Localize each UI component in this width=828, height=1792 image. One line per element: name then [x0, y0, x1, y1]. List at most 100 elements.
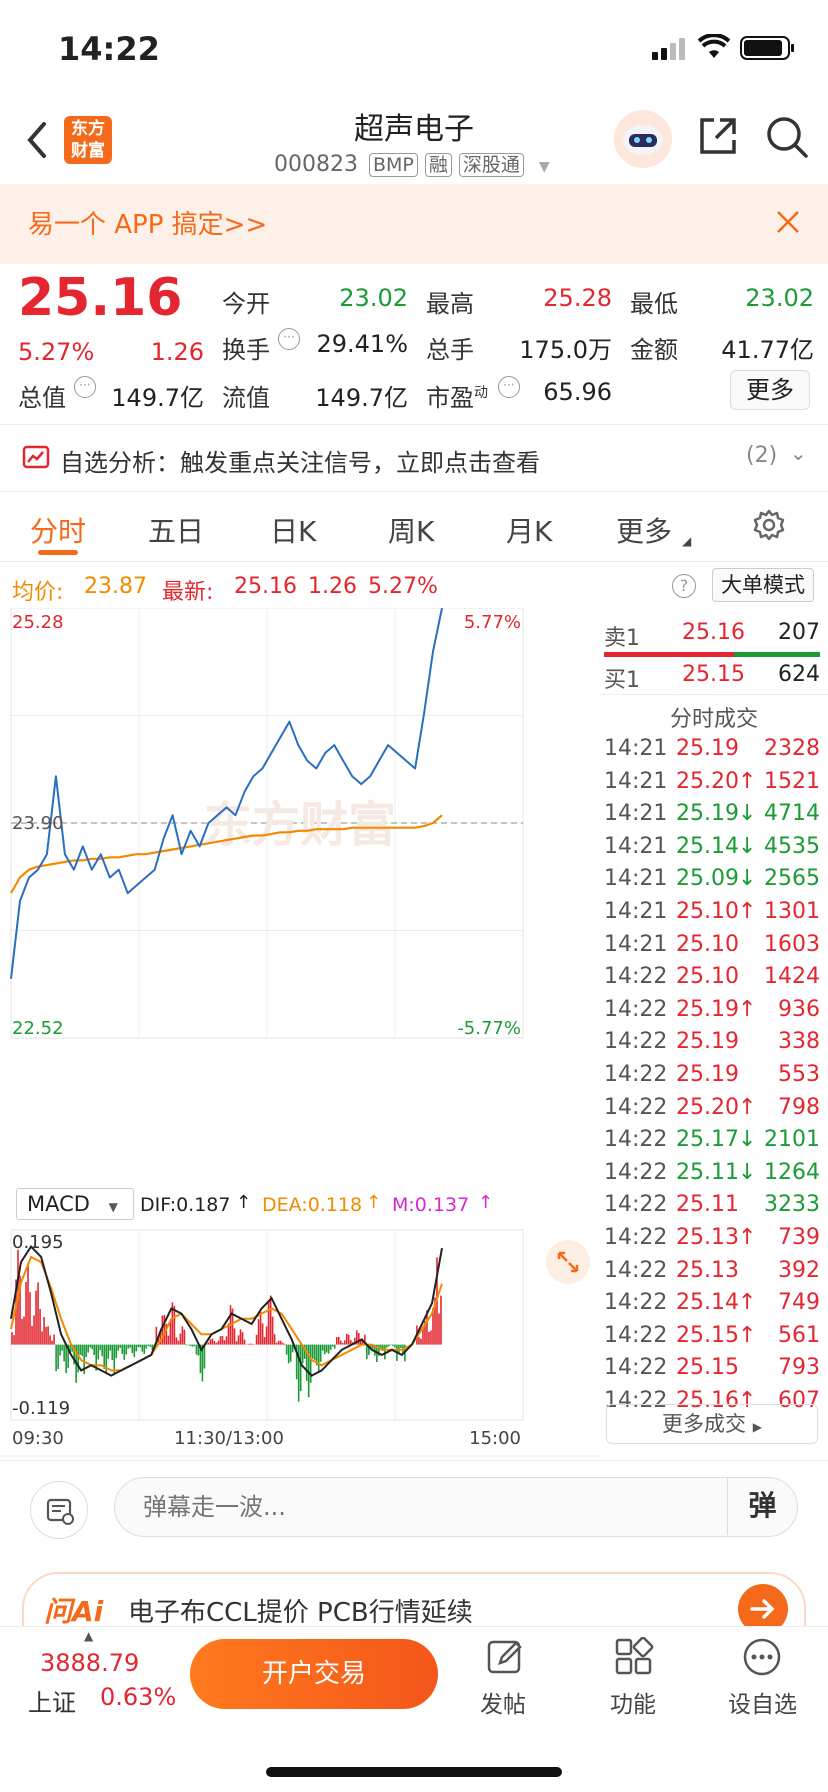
ask-label: 卖1: [604, 626, 640, 651]
change-pct: 5.27%: [18, 338, 95, 366]
pe-label-text: 市盈: [426, 384, 474, 412]
chevron-down-icon: ▼: [538, 159, 550, 175]
ai-news-text: 电子布CCL提价 PCB行情延续: [128, 1598, 473, 1628]
trade-price: 25.10: [676, 964, 739, 990]
low-label: 最低: [630, 290, 678, 318]
danmu-send-button[interactable]: 弹: [727, 1478, 797, 1535]
trade-price: 25.19: [676, 1062, 739, 1087]
watch-label[interactable]: 设自选: [728, 1685, 797, 1719]
trade-time: 14:22: [604, 1192, 668, 1218]
latest-value: 25.16: [234, 574, 297, 599]
x-label-mid: 11:30/13:00: [174, 1428, 284, 1449]
pe-sup: 动: [474, 385, 488, 401]
trade-direction-icon: ↑: [738, 996, 757, 1022]
back-icon[interactable]: [24, 120, 50, 164]
tab-active-indicator: [38, 550, 78, 555]
index-value[interactable]: 3888.79: [40, 1649, 139, 1677]
intraday-chart-svg[interactable]: 东方财富 25.28 23.90 22.52 5.77% -5.77% 0.195 -0.11…: [0, 608, 600, 1458]
status-time: 14:22: [58, 30, 160, 68]
turnover-value: 29.41%: [316, 330, 408, 358]
caret-up-icon: ▲: [84, 1629, 94, 1643]
grid-icon[interactable]: [614, 1636, 654, 1681]
robot-avatar-icon[interactable]: [614, 110, 672, 168]
chevron-down-icon: ▼: [108, 1200, 118, 1214]
trade-volume: 798: [778, 1094, 820, 1120]
trade-volume: 1424: [764, 964, 820, 990]
float-value: 149.7亿: [315, 384, 408, 412]
tab-five-day[interactable]: 五日: [148, 510, 204, 550]
turnover-label: 换手: [222, 336, 270, 364]
stock-code-row[interactable]: 000823 BMP 融 深股通 ▼: [274, 150, 550, 177]
trade-volume: 739: [778, 1225, 820, 1250]
ask-row: 卖1 25.16 207: [604, 618, 824, 651]
index-pct: 0.63%: [100, 1683, 177, 1711]
trade-row: 14:21 25.10 ↑ 1301: [604, 897, 824, 929]
trade-time: 14:21: [604, 801, 668, 827]
gear-icon[interactable]: [752, 508, 786, 546]
signal-row[interactable]: 自选分析：触发重点关注信号，立即点击查看 (2) ⌄: [0, 424, 828, 492]
trade-volume: 553: [778, 1062, 820, 1087]
tab-month-k[interactable]: 月K: [506, 510, 552, 550]
trade-volume: 2565: [764, 866, 820, 892]
trade-row: 14:22 25.19 338: [604, 1027, 824, 1059]
trade-time: 14:21: [604, 833, 668, 859]
open-trade-button[interactable]: 开户交易: [190, 1639, 438, 1709]
info-icon[interactable]: ···: [74, 376, 96, 398]
tag-bmp: BMP: [368, 153, 418, 177]
tab-day-k[interactable]: 日K: [270, 510, 316, 550]
trade-volume: 749: [778, 1290, 820, 1316]
latest-label: 最新:: [162, 580, 214, 605]
search-icon[interactable]: [764, 114, 810, 164]
tab-minute[interactable]: 分时: [30, 510, 86, 550]
latest-change: 1.26: [308, 574, 357, 599]
trade-direction-icon: ↑: [738, 1290, 757, 1316]
share-icon[interactable]: [696, 114, 740, 162]
info-icon[interactable]: ···: [278, 328, 300, 350]
tab-week-k[interactable]: 周K: [388, 510, 434, 550]
trade-volume: 561: [778, 1322, 820, 1348]
trade-time: 14:22: [604, 964, 668, 990]
trade-direction-icon: ↓: [738, 1159, 757, 1185]
intraday-chart[interactable]: 东方财富 25.28 23.90 22.52 5.77% -5.77% 0.195 -0.11…: [0, 608, 600, 1458]
pct-top-label: 5.77%: [464, 612, 521, 633]
bid-ask-ratio-bar: [604, 652, 820, 657]
trade-time: 14:22: [604, 1094, 668, 1120]
battery-icon: [740, 36, 796, 64]
bid-label: 买1: [604, 668, 640, 693]
trade-row: 14:21 25.10 1603: [604, 930, 824, 962]
promo-banner[interactable]: 易一个 APP 搞定>>: [0, 184, 828, 264]
more-trades-button[interactable]: 更多成交 ▶: [606, 1404, 818, 1444]
danmu-input-wrap[interactable]: 弹: [114, 1477, 798, 1537]
pe-value: 65.96: [543, 378, 612, 406]
home-indicator: [266, 1767, 562, 1777]
danmu-toggle-icon[interactable]: [30, 1481, 88, 1539]
tab-more[interactable]: 更多: [616, 510, 672, 550]
ask-ratio-fill: [604, 652, 734, 657]
big-order-mode-button[interactable]: 大单模式: [712, 568, 814, 602]
trade-price: 25.10: [676, 899, 739, 924]
trade-row: 14:22 25.15 793: [604, 1353, 824, 1385]
index-name: 上证: [28, 1689, 76, 1717]
expand-icon[interactable]: [546, 1240, 590, 1284]
info-icon[interactable]: ···: [498, 376, 520, 398]
nav-bar: 东方 财富 超声电子 000823 BMP 融 深股通 ▼: [0, 96, 828, 184]
trade-row: 14:22 25.19 553: [604, 1060, 824, 1092]
func-label[interactable]: 功能: [610, 1685, 656, 1719]
price-summary-bar: 均价: 23.87 最新: 25.16 1.26 5.27% ? 大单模式: [0, 562, 828, 610]
help-icon[interactable]: ?: [672, 574, 696, 598]
open-label: 今开: [222, 290, 270, 318]
more-button[interactable]: 更多: [730, 370, 810, 410]
pe-label: 市盈动: [426, 378, 488, 413]
trade-volume: 3233: [764, 1192, 820, 1218]
trade-row: 14:22 25.14 ↑ 749: [604, 1288, 824, 1320]
trade-price: 25.19: [676, 801, 739, 827]
trade-volume: 1301: [764, 899, 820, 924]
trade-direction-icon: ↑: [738, 768, 757, 794]
macd-selector[interactable]: MACD ▼: [16, 1188, 134, 1220]
post-icon[interactable]: [486, 1637, 526, 1681]
post-label[interactable]: 发帖: [480, 1685, 526, 1719]
more-dots-icon[interactable]: [742, 1637, 782, 1681]
signal-icon: [652, 38, 686, 64]
close-icon[interactable]: [776, 210, 800, 238]
danmu-input[interactable]: [143, 1490, 703, 1524]
